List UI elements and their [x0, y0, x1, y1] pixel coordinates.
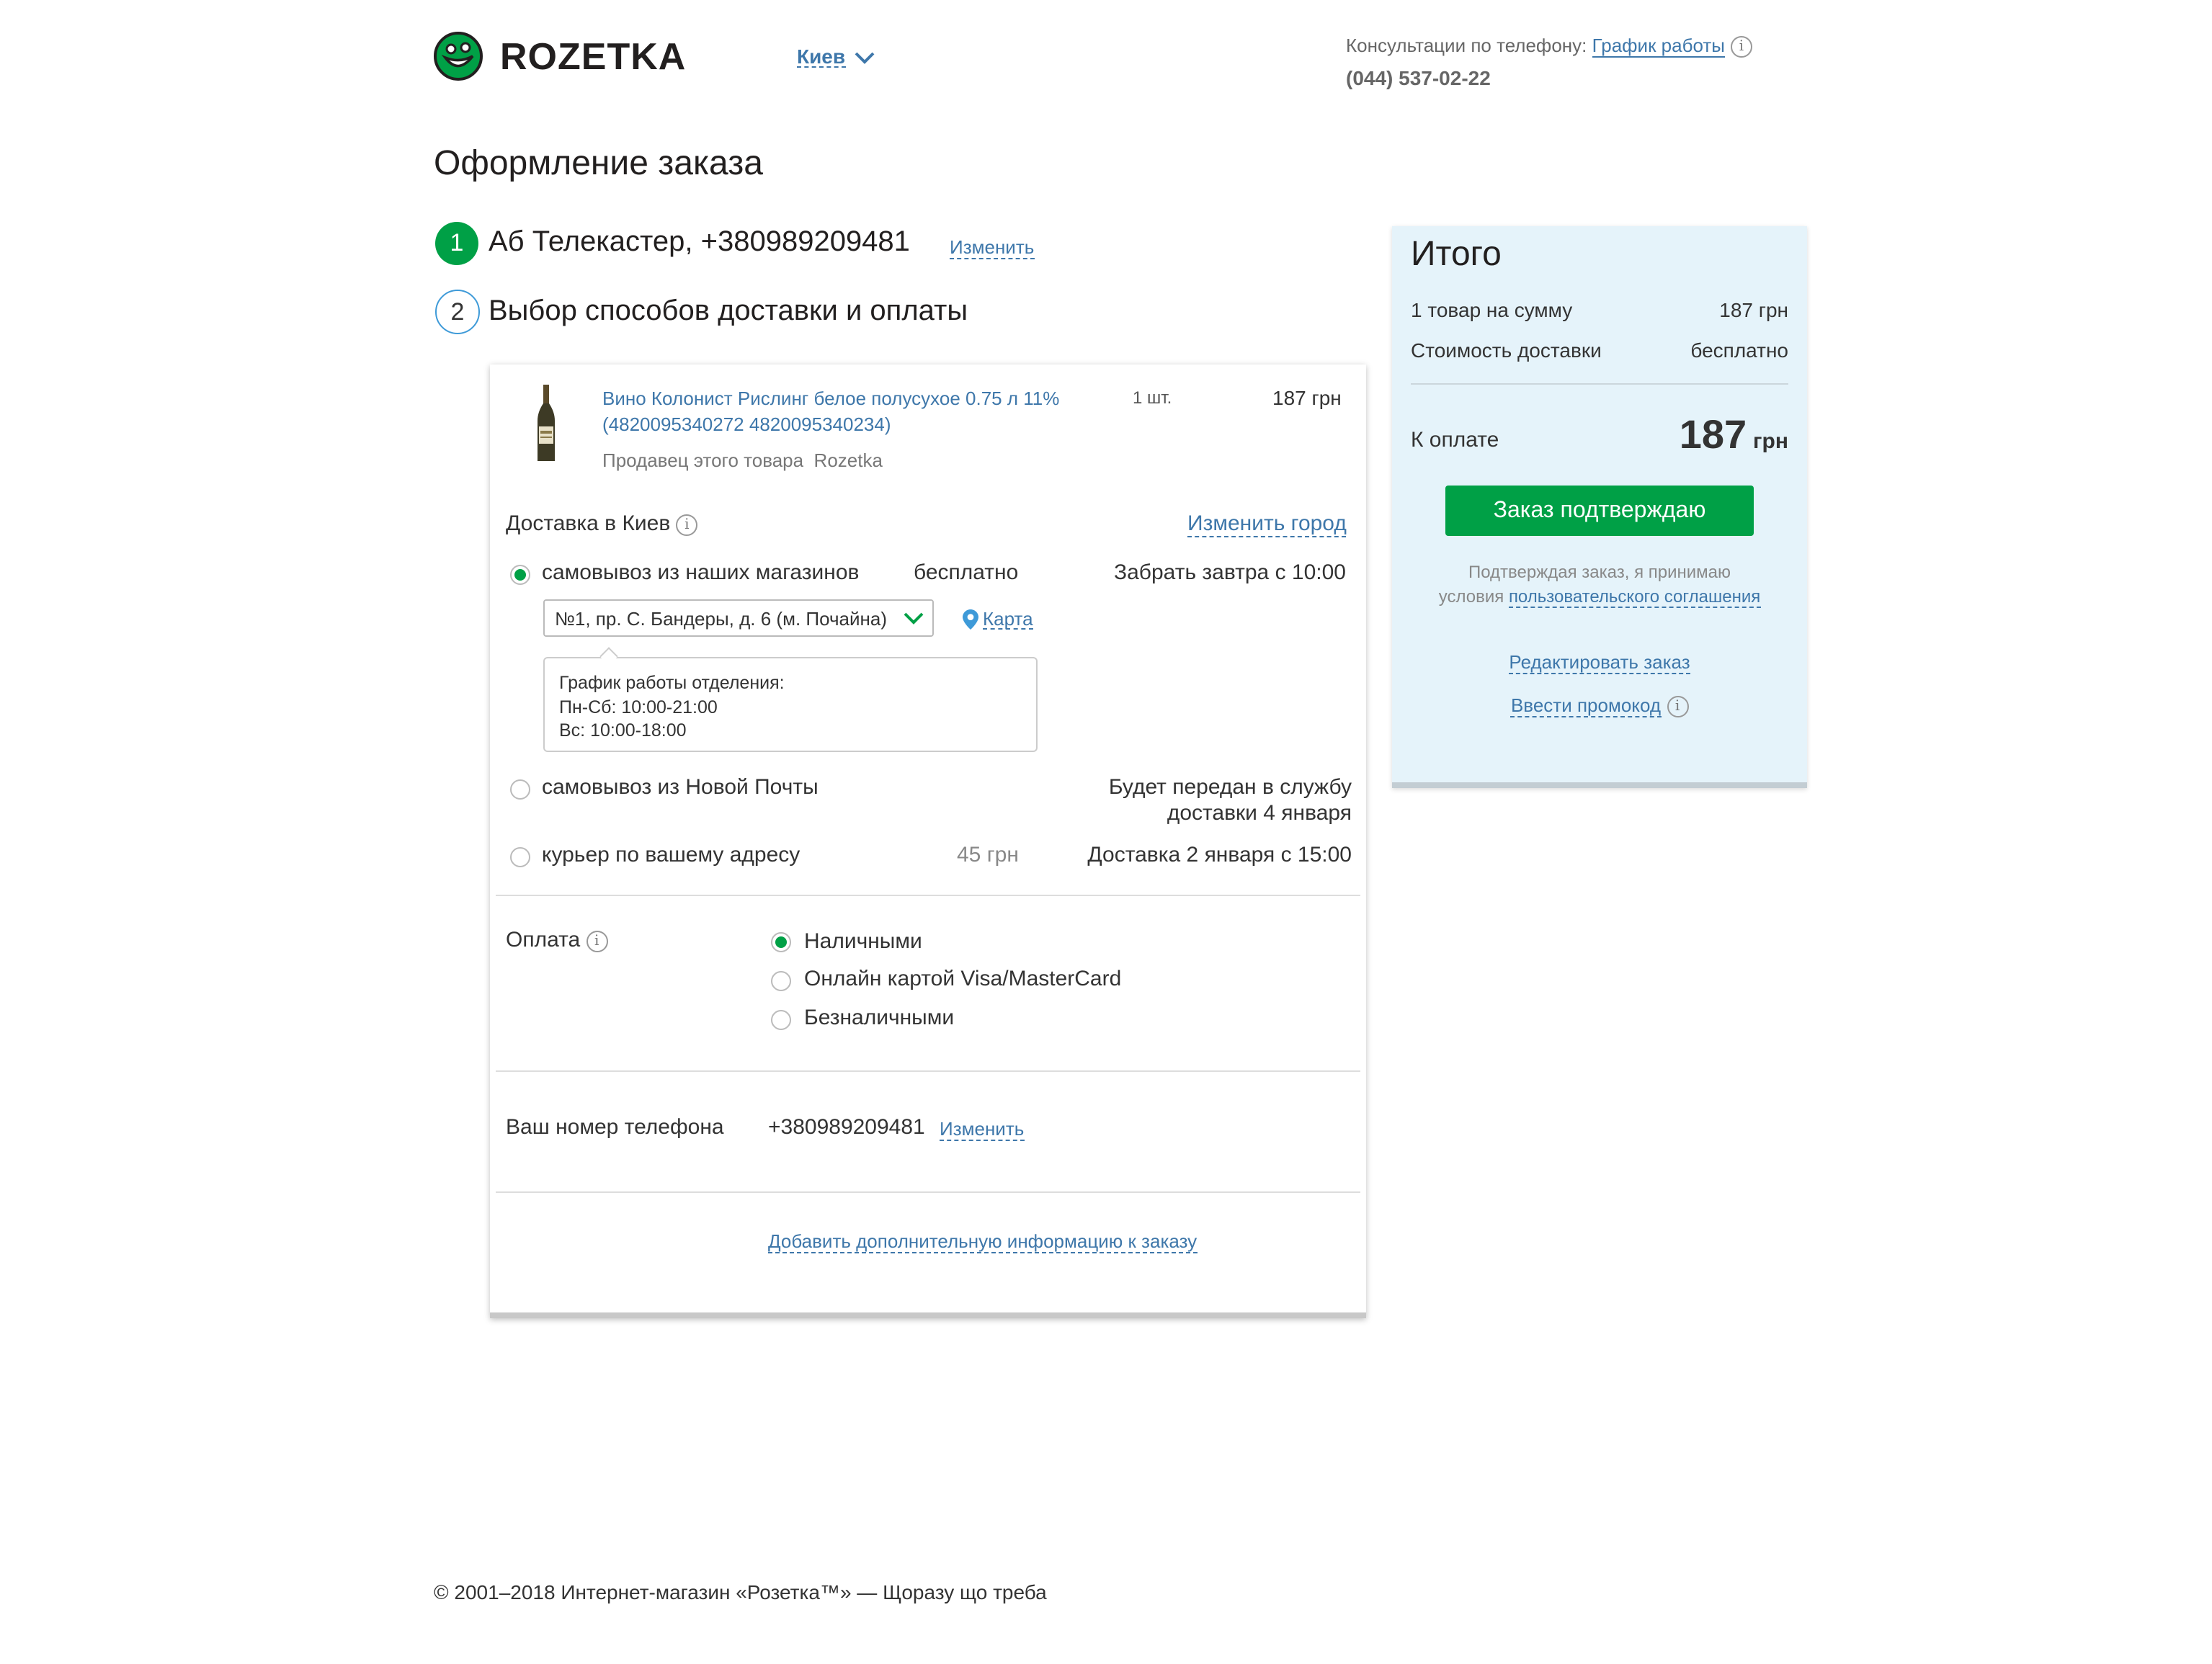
payment-radio-card[interactable]: [771, 971, 791, 991]
summary-delivery-value: бесплатно: [1690, 339, 1788, 362]
delivery-option-store-note: Забрать завтра с 10:00: [1114, 560, 1346, 585]
info-icon[interactable]: i: [1731, 36, 1752, 58]
step-2-title: Выбор способов доставки и оплаты: [489, 295, 968, 327]
delivery-radio-nova-poshta[interactable]: [510, 779, 530, 800]
nova-poshta-note-line-1: Будет передан в службу: [1108, 775, 1352, 800]
agreement-text: Подтверждая заказ, я принимаю условия по…: [1405, 560, 1794, 609]
phone-value: +380989209481: [768, 1115, 925, 1140]
product-quantity: 1 шт.: [1133, 388, 1172, 408]
payment-option-cashless[interactable]: Безналичными: [804, 1006, 954, 1030]
step-1-contact: Аб Телекастер, +380989209481: [489, 226, 910, 258]
user-agreement-link[interactable]: пользовательского соглашения: [1508, 586, 1761, 608]
delivery-option-store-label[interactable]: самовывоз из наших магазинов: [542, 560, 859, 585]
schedule-weekdays: Пн-Сб: 10:00-21:00: [559, 697, 718, 717]
summary-delivery-label: Стоимость доставки: [1411, 339, 1602, 362]
change-city-link[interactable]: Изменить город: [1187, 512, 1347, 537]
edit-order-link[interactable]: Редактировать заказ: [1509, 651, 1690, 674]
wine-bottle-image: [538, 385, 555, 461]
divider: [496, 1191, 1360, 1193]
payment-radio-cash[interactable]: [771, 932, 791, 952]
contacts: Консультации по телефону: График работы i…: [1346, 35, 1752, 89]
summary-to-pay-total: 187 грн: [1585, 412, 1788, 458]
phone-label: Ваш номер телефона: [506, 1115, 724, 1140]
store-select[interactable]: №1, пр. С. Бандеры, д. 6 (м. Почайна): [543, 599, 934, 637]
footer-copyright: © 2001–2018 Интернет-магазин «Розетка™» …: [434, 1580, 1047, 1603]
delivery-title-text: Доставка в Киев: [506, 511, 671, 536]
city-label: Киев: [797, 45, 846, 68]
delivery-radio-store[interactable]: [510, 565, 530, 585]
delivery-option-courier-label[interactable]: курьер по вашему адресу: [542, 843, 800, 867]
delivery-option-store-price: бесплатно: [914, 560, 1019, 585]
agreement-line-1: Подтверждая заказ, я принимаю: [1468, 562, 1731, 582]
step-1-edit-link[interactable]: Изменить: [950, 237, 1035, 259]
page-title: Оформление заказа: [434, 144, 763, 183]
schedule-title: График работы отделения:: [559, 673, 785, 693]
delivery-option-courier-note: Доставка 2 января с 15:00: [1087, 843, 1352, 867]
product-price: 187 грн: [1272, 386, 1342, 409]
store-schedule-box: График работы отделения: Пн-Сб: 10:00-21…: [543, 657, 1038, 752]
summary-to-pay-currency: грн: [1753, 429, 1788, 454]
phone-edit-link[interactable]: Изменить: [940, 1119, 1025, 1141]
map-pin-icon: [963, 609, 978, 630]
support-phone: (044) 537-02-22: [1346, 66, 1491, 90]
product-name-link[interactable]: Вино Колонист Рислинг белое полусухое 0.…: [602, 386, 1092, 438]
schedule-sunday: Вс: 10:00-18:00: [559, 720, 687, 741]
summary-divider: [1411, 383, 1788, 385]
delivery-option-nova-poshta-note: Будет передан в службу доставки 4 января: [1009, 775, 1352, 827]
payment-option-cash[interactable]: Наличными: [804, 929, 922, 954]
logo[interactable]: ROZETKA: [434, 32, 686, 81]
delivery-title: Доставка в Киев i: [506, 511, 698, 536]
confirm-order-button[interactable]: Заказ подтверждаю: [1445, 486, 1754, 536]
order-card: [490, 364, 1366, 1318]
schedule-link[interactable]: График работы: [1592, 35, 1725, 58]
summary-items-label: 1 товар на сумму: [1411, 298, 1573, 321]
payment-option-card[interactable]: Онлайн картой Visa/MasterCard: [804, 967, 1121, 991]
consult-label: Консультации по телефону:: [1346, 35, 1587, 56]
info-icon[interactable]: i: [676, 514, 698, 536]
promo-row: Ввести промокод i: [1392, 694, 1807, 718]
agreement-prefix: условия: [1438, 586, 1504, 607]
divider: [496, 1070, 1360, 1072]
summary-items-value: 187 грн: [1719, 298, 1788, 321]
delivery-option-nova-poshta-label[interactable]: самовывоз из Новой Почты: [542, 775, 819, 800]
summary-to-pay-amount: 187: [1679, 412, 1747, 457]
info-icon[interactable]: i: [586, 930, 608, 952]
map-link-label: Карта: [983, 608, 1033, 630]
store-select-value: №1, пр. С. Бандеры, д. 6 (м. Почайна): [555, 608, 887, 630]
step-1-badge: 1: [435, 222, 478, 265]
step-2-badge: 2: [435, 290, 480, 334]
city-selector[interactable]: Киев: [797, 46, 875, 68]
payment-title: Оплата i: [506, 928, 608, 952]
edit-order-row: Редактировать заказ: [1392, 651, 1807, 674]
map-link[interactable]: Карта: [963, 609, 1033, 630]
divider: [496, 895, 1360, 896]
nova-poshta-note-line-2: доставки 4 января: [1167, 801, 1352, 826]
logo-text: ROZETKA: [500, 34, 687, 77]
product-seller: Продавец этого товара Rozetka: [602, 449, 883, 471]
chevron-down-icon: [854, 51, 874, 63]
summary-to-pay-label: К оплате: [1411, 428, 1499, 452]
chevron-down-icon: [904, 612, 924, 625]
payment-title-text: Оплата: [506, 928, 581, 952]
delivery-radio-courier[interactable]: [510, 847, 530, 867]
payment-radio-cashless[interactable]: [771, 1010, 791, 1030]
logo-smile-icon: [434, 32, 483, 81]
summary-title: Итого: [1411, 235, 1502, 274]
promo-code-link[interactable]: Ввести промокод: [1510, 694, 1662, 717]
add-info-link[interactable]: Добавить дополнительную информацию к зак…: [768, 1231, 1198, 1253]
info-icon[interactable]: i: [1667, 696, 1689, 718]
